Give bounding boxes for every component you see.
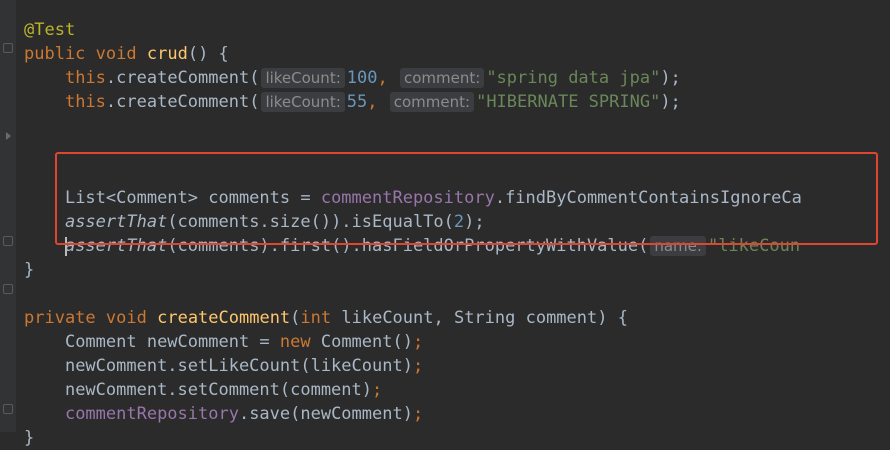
keyword-token: this	[64, 92, 106, 112]
code-text: .createComment(	[105, 92, 260, 112]
highlight-box	[55, 152, 878, 245]
gutter-arrow-icon	[6, 132, 11, 140]
editor-gutter	[0, 0, 16, 432]
code-text: Comment newComment =	[64, 332, 280, 352]
parameter-hint: likeCount:	[261, 68, 345, 88]
parameter-hint: likeCount:	[261, 92, 345, 112]
method-name: crud	[146, 44, 188, 64]
code-line: }	[24, 426, 890, 450]
code-line: }	[24, 258, 890, 282]
method-name: createComment	[157, 308, 291, 328]
keyword-token: void	[95, 44, 137, 64]
string-literal: "HIBERNATE SPRING"	[476, 92, 661, 112]
keyword-token: private	[24, 308, 96, 328]
fold-icon[interactable]	[3, 43, 13, 53]
code-text: newComment.setComment(comment)	[64, 380, 372, 400]
code-line: Comment newComment = new Comment();	[24, 330, 890, 354]
code-line: this.createComment(likeCount: 55, comment…	[24, 90, 890, 114]
fold-icon[interactable]	[3, 284, 13, 294]
code-text: .save(newComment)	[238, 404, 413, 424]
code-line: @Test	[24, 18, 890, 42]
annotation-token: @Test	[24, 20, 76, 40]
string-literal: "spring data jpa"	[486, 68, 661, 88]
code-text: );	[660, 68, 681, 88]
code-text: ;	[412, 404, 424, 424]
fold-icon[interactable]	[3, 236, 13, 246]
code-line: commentRepository.save(newComment);	[24, 402, 890, 426]
code-line: newComment.setComment(comment);	[24, 378, 890, 402]
code-text: );	[660, 92, 681, 112]
keyword-token: int	[300, 308, 332, 328]
fold-icon[interactable]	[3, 404, 13, 414]
parameter-hint: comment:	[399, 68, 485, 88]
code-text: ;	[412, 356, 424, 376]
parameter-hint: comment:	[389, 92, 475, 112]
code-text: }	[24, 260, 35, 280]
code-text: newComment.setLikeCount(likeCount)	[64, 356, 413, 376]
field-token: commentRepository	[64, 404, 239, 424]
code-text: Comment()	[310, 332, 413, 352]
code-text: ;	[372, 380, 383, 400]
code-text: .createComment(	[105, 68, 260, 88]
number-literal: 100	[346, 68, 378, 88]
code-line: private void createComment(int likeCount…	[24, 306, 890, 330]
code-line: public void crud() {	[24, 42, 890, 66]
code-text: ,	[377, 68, 388, 88]
code-text: likeCount, String comment) {	[331, 308, 628, 328]
code-text: ;	[412, 332, 424, 352]
code-line: this.createComment(likeCount: 100, commen…	[24, 66, 890, 90]
code-line: newComment.setLikeCount(likeCount);	[24, 354, 890, 378]
code-text: ,	[367, 92, 378, 112]
keyword-token: this	[64, 68, 106, 88]
number-literal: 55	[346, 92, 368, 112]
keyword-token: void	[105, 308, 147, 328]
code-text: () {	[187, 44, 229, 64]
code-text: (	[290, 308, 301, 328]
keyword-token: public	[24, 44, 86, 64]
keyword-token: new	[279, 332, 311, 352]
code-text: }	[24, 428, 35, 448]
